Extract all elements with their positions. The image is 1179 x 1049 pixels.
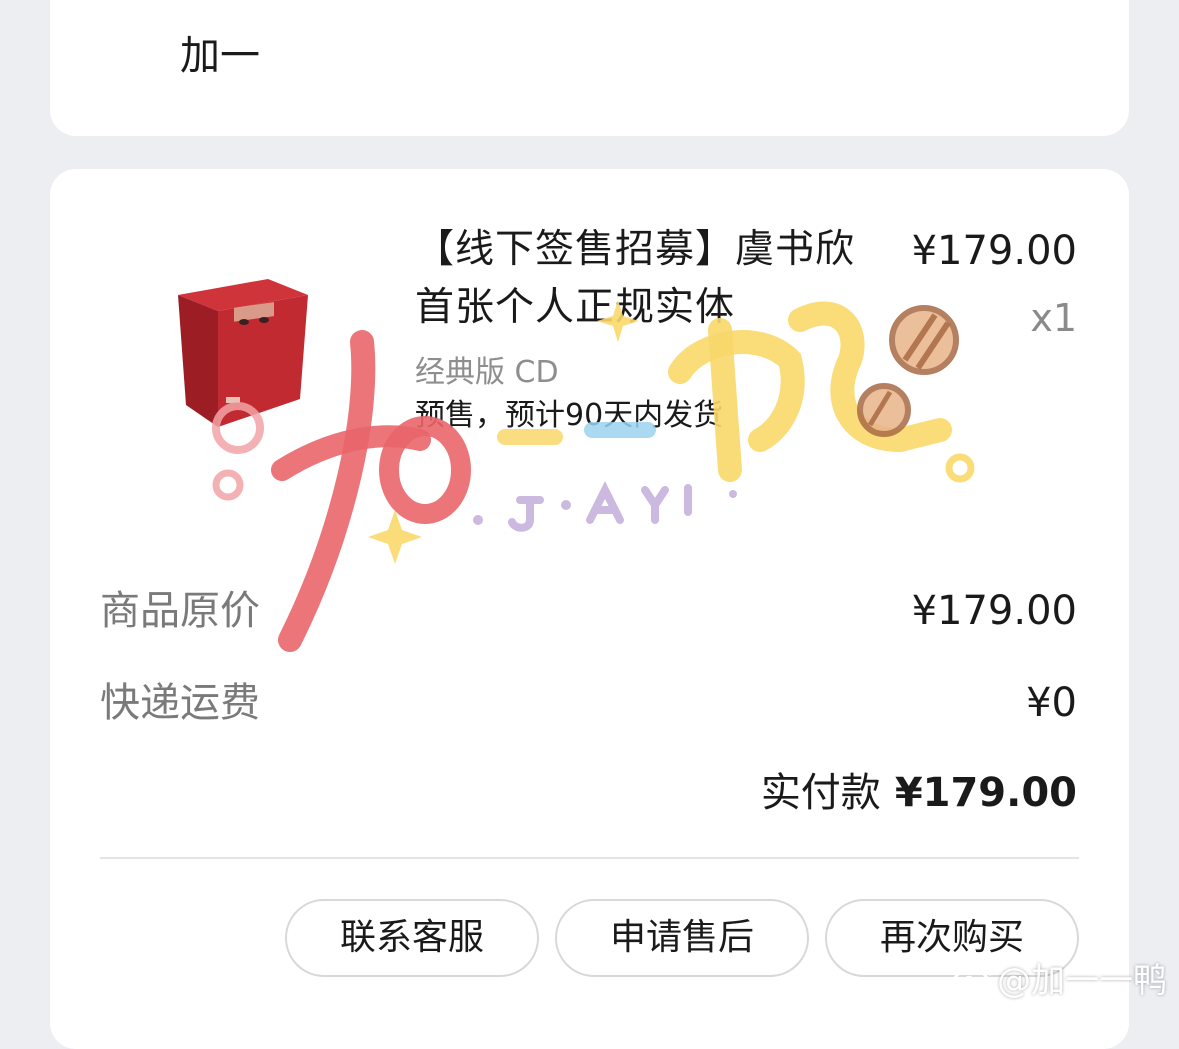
- paid-label: 实付款: [760, 770, 881, 816]
- original-price-label: 商品原价: [100, 588, 260, 634]
- shipping-label: 快递运费: [100, 680, 260, 726]
- paid-value: ¥179.00: [894, 770, 1077, 816]
- cd-box-icon: [178, 279, 308, 427]
- order-card: 【线下签售招募】虞书欣首张个人正规实体 ¥179.00 x1 经典版 CD 预售…: [50, 169, 1129, 1049]
- original-price-value: ¥179.00: [911, 588, 1077, 634]
- product-price: ¥179.00: [911, 228, 1077, 274]
- product-title[interactable]: 【线下签售招募】虞书欣首张个人正规实体: [415, 221, 855, 337]
- product-image[interactable]: [168, 277, 318, 427]
- weibo-handle: @加一一鸭: [997, 961, 1167, 1001]
- shop-name[interactable]: 加一: [180, 32, 260, 80]
- contact-service-button[interactable]: 联系客服: [285, 899, 539, 977]
- weibo-logo-icon: [953, 959, 993, 1003]
- shipping-value: ¥0: [1026, 680, 1077, 726]
- shop-card: 加一: [50, 0, 1129, 136]
- divider: [100, 857, 1079, 859]
- after-sale-button[interactable]: 申请售后: [555, 899, 809, 977]
- product-variant: 经典版 CD: [415, 355, 559, 390]
- weibo-watermark: @加一一鸭: [953, 959, 1167, 1003]
- paid-total: 实付款 ¥179.00: [761, 769, 1077, 817]
- presale-note: 预售，预计90天内发货: [415, 398, 724, 433]
- product-quantity: x1: [1030, 296, 1077, 340]
